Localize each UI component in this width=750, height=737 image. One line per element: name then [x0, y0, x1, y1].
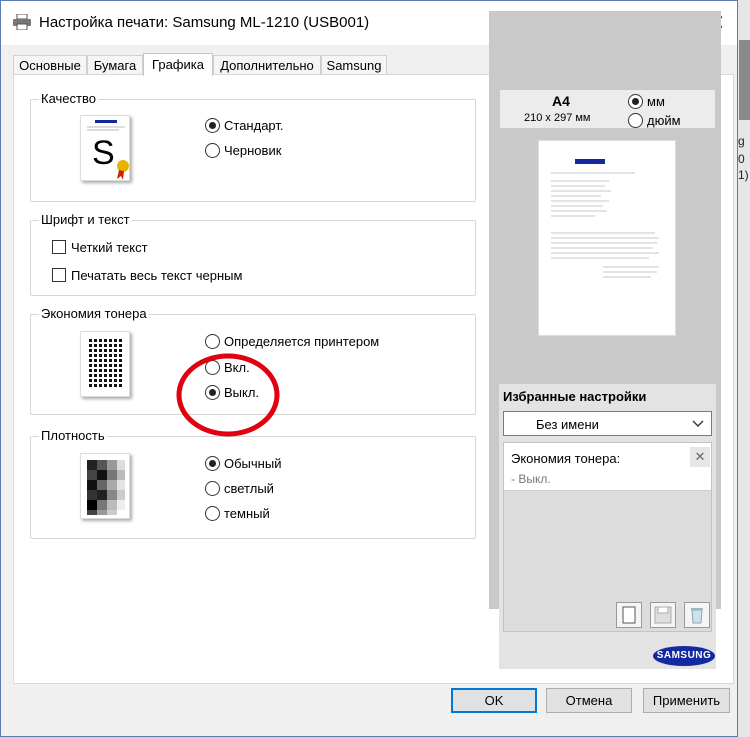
density-light-radio[interactable]: светлый	[205, 479, 274, 497]
background-text: 1)	[738, 168, 749, 182]
background-window: g 0 1)	[736, 0, 750, 737]
checkbox-box	[52, 268, 66, 282]
radio-label: дюйм	[647, 112, 681, 128]
density-preview-icon	[87, 460, 125, 515]
new-document-icon	[622, 606, 636, 624]
tab-graphics[interactable]: Графика	[143, 53, 213, 76]
quality-thumbnail: S	[80, 115, 130, 181]
radio-indicator	[205, 117, 220, 133]
page-preview	[538, 140, 676, 336]
radio-indicator	[205, 455, 220, 471]
checkbox-box	[52, 240, 66, 254]
tab-samsung[interactable]: Samsung	[321, 55, 387, 75]
ok-button[interactable]: OK	[451, 688, 537, 713]
background-device-image	[739, 40, 750, 120]
toner-printer-default-radio[interactable]: Определяется принтером	[205, 332, 379, 350]
quality-legend: Качество	[39, 91, 98, 107]
checkbox-label: Печатать весь текст черным	[71, 267, 243, 283]
toner-save-legend: Экономия тонера	[39, 306, 149, 322]
density-dark-radio[interactable]: темный	[205, 504, 270, 522]
delete-favorite-button[interactable]	[684, 602, 710, 628]
radio-label: светлый	[224, 480, 274, 496]
radio-label: Стандарт.	[224, 117, 284, 133]
background-text: g	[738, 134, 745, 148]
new-favorite-button[interactable]	[616, 602, 642, 628]
favorite-item-label: Экономия тонера:	[511, 451, 621, 466]
cancel-button[interactable]: Отмена	[546, 688, 632, 713]
save-favorite-button[interactable]	[650, 602, 676, 628]
favorites-selected-value: Без имени	[536, 417, 599, 432]
quality-draft-radio[interactable]: Черновик	[205, 141, 281, 159]
toner-preview-icon	[89, 339, 122, 387]
density-legend: Плотность	[39, 428, 107, 444]
red-annotation-circle	[176, 353, 280, 437]
radio-label: Определяется принтером	[224, 333, 380, 349]
paper-size-label: A4	[552, 93, 570, 109]
radio-indicator	[205, 142, 220, 158]
tab-basic[interactable]: Основные	[13, 55, 87, 75]
radio-indicator	[205, 480, 220, 496]
apply-button[interactable]: Применить	[643, 688, 730, 713]
paper-dimensions: 210 x 297 мм	[524, 112, 591, 124]
favorite-item-value: - Выкл.	[511, 472, 551, 486]
window-title: Настройка печати: Samsung ML-1210 (USB00…	[39, 14, 370, 31]
radio-indicator	[628, 112, 643, 128]
radio-indicator	[205, 505, 220, 521]
quality-preview-icon: S	[87, 120, 129, 180]
radio-label: темный	[224, 505, 270, 521]
unit-inch-radio[interactable]: дюйм	[628, 111, 681, 129]
density-thumbnail	[80, 453, 130, 519]
save-icon	[654, 606, 672, 624]
quality-letter: S	[92, 134, 115, 172]
printer-icon	[13, 14, 31, 30]
favorites-heading: Избранные настройки	[503, 389, 647, 404]
quality-standard-radio[interactable]: Стандарт.	[205, 116, 284, 134]
font-text-legend: Шрифт и текст	[39, 212, 132, 228]
favorites-details-list: Экономия тонера: - Выкл. ✕	[503, 442, 712, 632]
tab-paper[interactable]: Бумага	[87, 55, 143, 75]
font-text-group: Шрифт и текст	[30, 212, 476, 296]
radio-label: Черновик	[224, 142, 282, 158]
samsung-logo-text: SAMSUNG	[656, 650, 712, 661]
favorites-select[interactable]: Без имени	[503, 411, 712, 436]
density-normal-radio[interactable]: Обычный	[205, 454, 281, 472]
tab-advanced[interactable]: Дополнительно	[213, 55, 321, 75]
radio-label: Обычный	[224, 455, 282, 471]
print-settings-dialog: Настройка печати: Samsung ML-1210 (USB00…	[0, 0, 738, 737]
favorites-panel: Избранные настройки Без имени Экономия т…	[499, 384, 716, 669]
radio-indicator	[628, 93, 643, 109]
chevron-down-icon	[692, 420, 704, 427]
radio-label: мм	[647, 93, 665, 109]
remove-item-button[interactable]: ✕	[690, 447, 710, 467]
unit-mm-radio[interactable]: мм	[628, 92, 665, 110]
paper-size-box: A4 210 x 297 мм мм дюйм	[499, 89, 716, 129]
print-all-black-checkbox[interactable]: Печатать весь текст черным	[52, 266, 242, 284]
toner-thumbnail	[80, 331, 130, 397]
clear-text-checkbox[interactable]: Четкий текст	[52, 238, 148, 256]
checkbox-label: Четкий текст	[71, 239, 148, 255]
recycle-bin-icon	[691, 608, 703, 624]
radio-indicator	[205, 333, 220, 349]
background-text: 0	[738, 152, 745, 166]
page-preview-image	[551, 159, 659, 278]
list-item: Экономия тонера: - Выкл. ✕	[504, 443, 711, 491]
